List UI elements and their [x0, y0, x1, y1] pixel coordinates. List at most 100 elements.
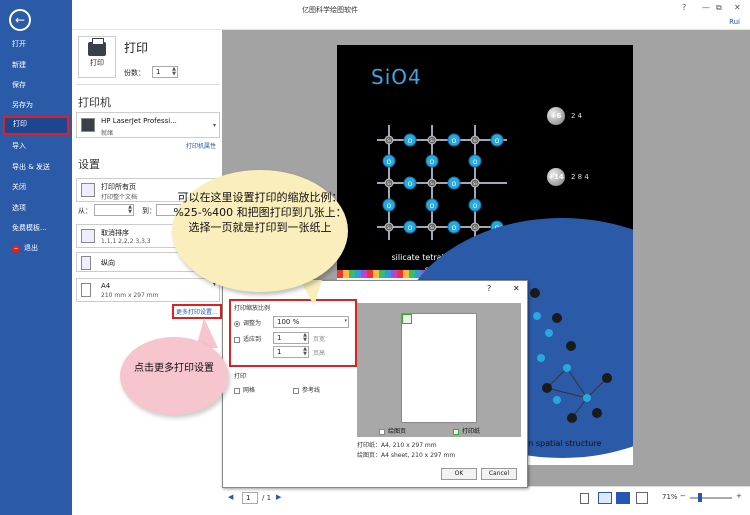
paper-icon — [81, 283, 91, 297]
next-page-icon[interactable]: ▶ — [276, 493, 281, 501]
file-sidebar: ← 打开 新建 保存 另存为 打印 导入 导出 & 发送 关闭 选项 免费模板.… — [0, 0, 72, 515]
zoom-fit-icon[interactable] — [636, 492, 648, 504]
silicon-label: Si — [387, 138, 391, 143]
sidebar-item-templates[interactable]: 免费模板... — [0, 220, 72, 236]
atom-silicon-model: +14 — [547, 168, 565, 186]
sidebar-item-close[interactable]: 关闭 — [0, 179, 72, 195]
divider — [76, 84, 220, 85]
paper-title: A4 — [101, 282, 111, 290]
guides-checkbox[interactable]: 参考线 — [293, 385, 320, 394]
silicon-label: Si — [473, 138, 477, 143]
cancel-button[interactable]: Cancel — [481, 468, 517, 480]
oxygen-label: O — [408, 225, 413, 232]
printer-select[interactable]: HP LaserJet Professi... 就绪 ▾ — [76, 112, 220, 138]
portrait-icon — [81, 256, 91, 270]
zoom-slider-handle[interactable] — [698, 493, 702, 502]
window-title: 亿图科学绘图软件 — [302, 6, 358, 14]
close-icon[interactable]: ✕ — [734, 3, 741, 12]
restore-icon[interactable]: ⧉ — [716, 3, 722, 13]
radio-icon — [234, 320, 240, 327]
exit-icon: − — [12, 245, 20, 253]
oxygen-label: O — [430, 159, 435, 166]
atom-oxygen-shells: 2 4 — [571, 112, 583, 120]
zoom-out-icon[interactable]: − — [680, 492, 686, 500]
print-button[interactable]: 打印 — [78, 36, 116, 78]
silicon-label: Si — [430, 181, 434, 186]
dialog-preview-page — [401, 313, 477, 423]
scale-select[interactable]: 100 % ▾ — [273, 316, 349, 328]
pages-wide-input[interactable]: 1 ▲ ▼ — [273, 332, 309, 344]
silicon-label: Si — [387, 181, 391, 186]
ok-button[interactable]: OK — [441, 468, 477, 480]
sidebar-item-options[interactable]: 选项 — [0, 200, 72, 216]
printer-small-icon — [81, 118, 95, 132]
oxygen-label: O — [430, 203, 435, 210]
sidebar-item-save-as[interactable]: 另存为 — [0, 97, 72, 113]
exit-label: 退出 — [24, 244, 38, 252]
zoom-in-icon[interactable]: + — [736, 492, 742, 500]
zoom-slider[interactable] — [690, 497, 732, 499]
print-button-label: 打印 — [90, 59, 104, 67]
dialog-close-icon[interactable]: ✕ — [513, 284, 520, 293]
print-group-title: 打印 — [234, 373, 247, 380]
print-range-sub: 打印整个文档 — [101, 194, 138, 201]
paper-info: 打印纸：A4, 210 x 297 mm — [357, 442, 437, 449]
back-arrow-icon[interactable]: ← — [9, 9, 31, 31]
page-value: 1 — [246, 494, 251, 502]
sidebar-item-save[interactable]: 保存 — [0, 77, 72, 93]
dialog-preview: 绘图页 打印纸 — [357, 303, 521, 437]
pages-icon — [81, 183, 95, 197]
sidebar-item-exit[interactable]: − 退出 — [0, 240, 72, 256]
oxygen-label: O — [387, 159, 392, 166]
minimize-icon[interactable]: — — [702, 3, 710, 12]
two-page-icon[interactable] — [598, 492, 612, 504]
orientation-value: 纵向 — [101, 259, 115, 267]
pages-high-value: 1 — [277, 348, 282, 356]
fit-page-icon[interactable] — [616, 492, 630, 504]
fitto-label: 适应到 — [243, 336, 262, 343]
collate-icon — [81, 229, 95, 243]
callout-more-settings-tip: 点击更多打印设置 — [120, 337, 228, 415]
printer-properties-link[interactable]: 打印机属性 — [186, 141, 216, 150]
guides-label: 参考线 — [302, 387, 321, 394]
oxygen-label: O — [473, 203, 478, 210]
printer-section-title: 打印机 — [78, 96, 111, 109]
atom-silicon-shells: 2 8 4 — [571, 173, 589, 181]
drawing-info: 绘图页：A4 sheet, 210 x 297 mm — [357, 452, 456, 459]
grid-label: 网格 — [243, 387, 256, 394]
copies-input[interactable]: 1 ▲ ▼ — [152, 66, 178, 78]
fitto-checkbox[interactable]: 适应到 — [234, 334, 261, 343]
help-icon[interactable]: ? — [682, 3, 686, 12]
dialog-help-icon[interactable]: ? — [487, 284, 491, 293]
legend-print-label: 打印纸 — [462, 428, 481, 435]
print-settings-dialog: ? ✕ 打印缩放比例 调整为 100 % ▾ 适应到 1 ▲ ▼ 页宽 1 ▲ ▼ 页高 … — [222, 280, 528, 488]
paper-select[interactable]: A4 210 mm x 297 mm ▾ — [76, 278, 220, 302]
oxygen-label: O — [473, 159, 478, 166]
pages-high-input[interactable]: 1 ▲ ▼ — [273, 346, 309, 358]
user-name[interactable]: Rui — [729, 18, 740, 26]
legend-drawing: 绘图页 — [379, 426, 406, 435]
sidebar-item-print[interactable]: 打印 — [3, 116, 69, 135]
oxygen-label: O — [452, 181, 457, 188]
silicon-label: Si — [430, 225, 434, 230]
oxygen-label: O — [408, 138, 413, 145]
sidebar-item-open[interactable]: 打开 — [0, 36, 72, 52]
sidebar-item-export[interactable]: 导出 & 发送 — [0, 159, 72, 175]
from-input[interactable]: ▲ ▼ — [94, 204, 134, 216]
sidebar-item-new[interactable]: 新建 — [0, 57, 72, 73]
status-bar: ◀ 1 / 1 ▶ 71% − + — [222, 486, 750, 515]
paper-size: 210 mm x 297 mm — [101, 292, 159, 299]
page-input[interactable]: 1 — [242, 492, 258, 504]
single-page-icon[interactable] — [580, 493, 589, 504]
silicon-label: Si — [473, 181, 477, 186]
sidebar-item-import[interactable]: 导入 — [0, 138, 72, 154]
diagram-title: SiO4 — [371, 65, 422, 89]
more-print-settings-link[interactable]: 更多打印设置... — [172, 304, 222, 319]
grid-checkbox[interactable]: 网格 — [234, 385, 255, 394]
oxygen-label: O — [387, 203, 392, 210]
prev-page-icon[interactable]: ◀ — [228, 493, 233, 501]
oxygen-label: O — [452, 138, 457, 145]
legend-drawing-label: 绘图页 — [388, 428, 407, 435]
checkbox-icon — [234, 336, 240, 343]
fit-radio[interactable]: 调整为 — [234, 318, 261, 327]
